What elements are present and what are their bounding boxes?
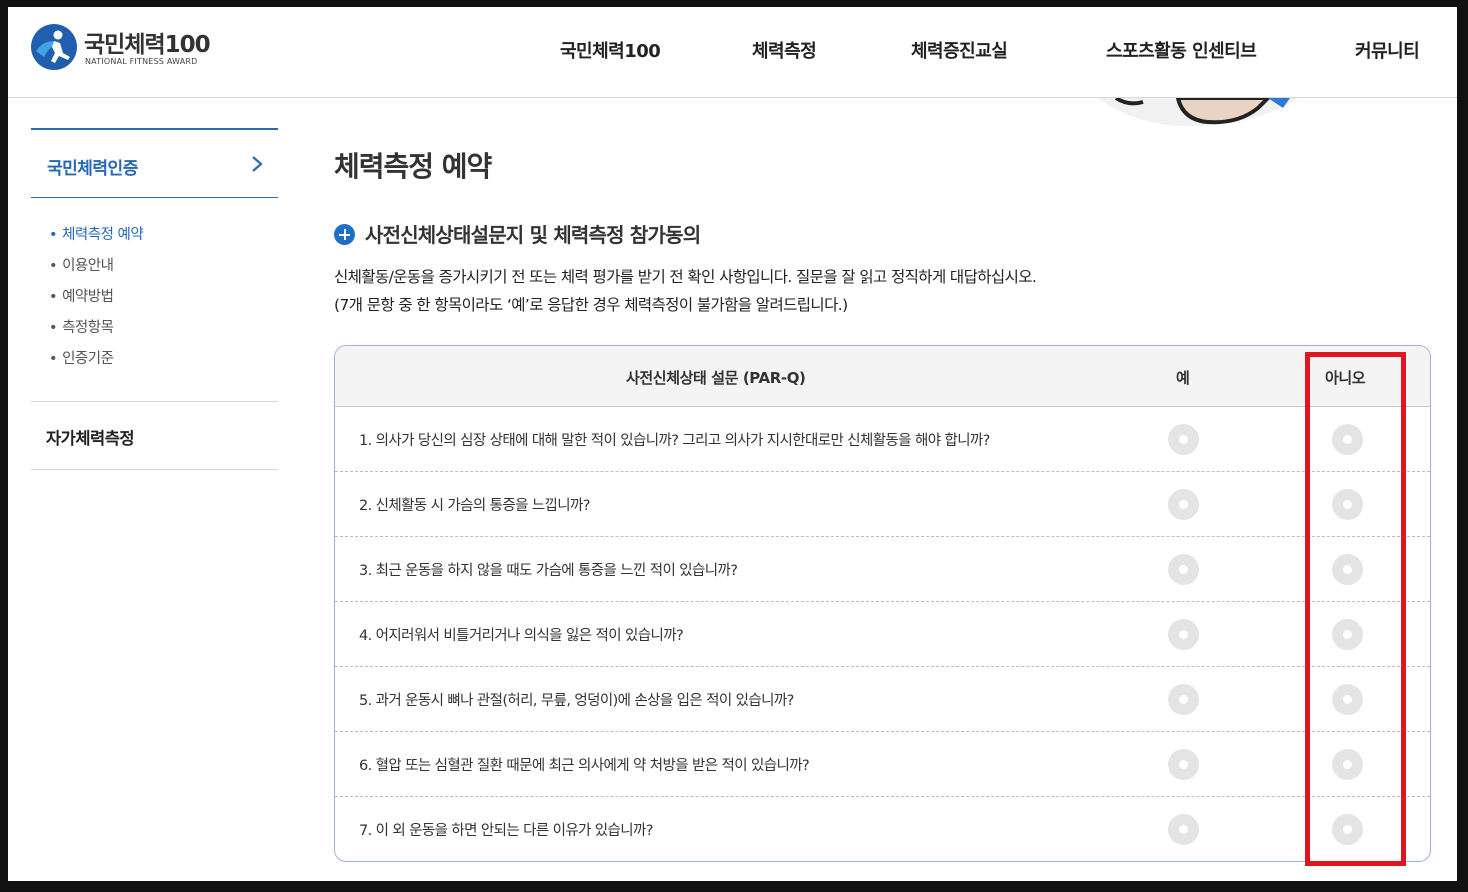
question-text: 1. 의사가 당신의 심장 상태에 대해 말한 적이 있습니까? 그리고 의사가… (359, 433, 990, 449)
sidebar-submenu: • 체력측정 예약 • 이용안내 • 예약방법 • 측정항목 • 인증기준 (31, 198, 278, 402)
table-row: 1. 의사가 당신의 심장 상태에 대해 말한 적이 있습니까? 그리고 의사가… (335, 407, 1430, 472)
plus-circle-icon (334, 224, 355, 245)
sidebar-item-reservation[interactable]: • 체력측정 예약 (49, 224, 278, 255)
nav-fitness-measurement[interactable]: 체력측정 (752, 37, 817, 63)
table-row: 7. 이 외 운동을 하면 안되는 다른 이유가 있습니까? (335, 797, 1430, 861)
table-row: 2. 신체활동 시 가슴의 통증을 느낍니까? (335, 472, 1430, 537)
question-text: 4. 어지러워서 비틀거리거나 의식을 잃은 적이 있습니까? (359, 628, 684, 644)
table-row: 6. 혈압 또는 심혈관 질환 때문에 최근 의사에게 약 처방을 받은 적이 … (335, 732, 1430, 797)
sidebar-top-label: 국민체력인증 (47, 159, 138, 179)
banner-character-illustration (1098, 98, 1298, 127)
radio-yes[interactable] (1168, 424, 1199, 455)
sidebar-item-label: 측정항목 (62, 320, 114, 336)
table-row: 5. 과거 운동시 뼈나 관절(허리, 무릎, 엉덩이)에 손상을 입은 적이 … (335, 667, 1430, 732)
question-text: 5. 과거 운동시 뼈나 관절(허리, 무릎, 엉덩이)에 손상을 입은 적이 … (359, 693, 794, 709)
sidebar-item-measurement-items[interactable]: • 측정항목 (49, 317, 278, 348)
browser-page: 국민체력100 NATIONAL FITNESS AWARD 국민체력100 체… (8, 7, 1457, 881)
sidebar-item-how-to-reserve[interactable]: • 예약방법 (49, 286, 278, 317)
sidebar-item-label: 체력측정 예약 (62, 227, 144, 243)
nav-community[interactable]: 커뮤니티 (1355, 37, 1420, 63)
sidebar-item-cert-criteria[interactable]: • 인증기준 (49, 348, 278, 379)
sidebar-national-fitness-cert[interactable]: 국민체력인증 (31, 128, 278, 198)
table-row: 3. 최근 운동을 하지 않을 때도 가슴에 통증을 느낀 적이 있습니까? (335, 537, 1430, 602)
question-text: 2. 신체활동 시 가슴의 통증을 느낍니까? (359, 498, 590, 514)
header-question: 사전신체상태 설문 (PAR-Q) (626, 369, 806, 387)
radio-yes[interactable] (1168, 489, 1199, 520)
description-line-1: 신체활동/운동을 증가시키기 전 또는 체력 평가를 받기 전 확인 사항입니다… (334, 268, 1037, 286)
nav-national-fitness-100[interactable]: 국민체력100 (560, 37, 661, 63)
radio-no[interactable] (1332, 684, 1363, 715)
table-row: 4. 어지러워서 비틀거리거나 의식을 잃은 적이 있습니까? (335, 602, 1430, 667)
table-header: 사전신체상태 설문 (PAR-Q) 예 아니오 (335, 346, 1430, 407)
radio-no[interactable] (1332, 749, 1363, 780)
section-title-text: 사전신체상태설문지 및 체력측정 참가동의 (365, 223, 701, 247)
main-navigation: 국민체력100 체력측정 체력증진교실 스포츠활동 인센티브 커뮤니티 (8, 7, 1457, 98)
question-text: 3. 최근 운동을 하지 않을 때도 가슴에 통증을 느낀 적이 있습니까? (359, 563, 738, 579)
page-title: 체력측정 예약 (334, 150, 492, 183)
radio-no[interactable] (1332, 554, 1363, 585)
chevron-right-icon (252, 156, 263, 172)
radio-yes[interactable] (1168, 814, 1199, 845)
section-title: 사전신체상태설문지 및 체력측정 참가동의 (334, 219, 701, 248)
left-sidebar: 국민체력인증 • 체력측정 예약 • 이용안내 • 예약방법 • 측정항목 • 인증기준 … (31, 128, 278, 470)
question-text: 6. 혈압 또는 심혈관 질환 때문에 최근 의사에게 약 처방을 받은 적이 … (359, 758, 810, 774)
radio-yes[interactable] (1168, 749, 1199, 780)
nav-sports-incentive[interactable]: 스포츠활동 인센티브 (1106, 37, 1257, 63)
header-no: 아니오 (1325, 369, 1366, 387)
radio-yes[interactable] (1168, 619, 1199, 650)
survey-description: 신체활동/운동을 증가시키기 전 또는 체력 평가를 받기 전 확인 사항입니다… (334, 263, 1037, 319)
sidebar-item-label: 인증기준 (62, 351, 114, 367)
sidebar-item-label: 예약방법 (62, 289, 114, 305)
radio-no[interactable] (1332, 814, 1363, 845)
question-text: 7. 이 외 운동을 하면 안되는 다른 이유가 있습니까? (359, 823, 653, 839)
sidebar-bottom-label: 자가체력측정 (46, 429, 135, 448)
radio-yes[interactable] (1168, 554, 1199, 585)
sidebar-item-label: 이용안내 (62, 258, 114, 274)
radio-no[interactable] (1332, 619, 1363, 650)
sidebar-item-usage-guide[interactable]: • 이용안내 (49, 255, 278, 286)
radio-yes[interactable] (1168, 684, 1199, 715)
description-line-2: (7개 문항 중 한 항목이라도 ‘예’로 응답한 경우 체력측정이 불가함을 … (334, 296, 848, 314)
sidebar-self-fitness-test[interactable]: 자가체력측정 (31, 402, 278, 470)
nav-fitness-class[interactable]: 체력증진교실 (911, 37, 1008, 63)
header-yes: 예 (1176, 369, 1190, 387)
parq-survey-table: 사전신체상태 설문 (PAR-Q) 예 아니오 1. 의사가 당신의 심장 상태… (334, 345, 1431, 862)
radio-no[interactable] (1332, 489, 1363, 520)
site-header: 국민체력100 NATIONAL FITNESS AWARD 국민체력100 체… (8, 7, 1457, 98)
radio-no[interactable] (1332, 424, 1363, 455)
